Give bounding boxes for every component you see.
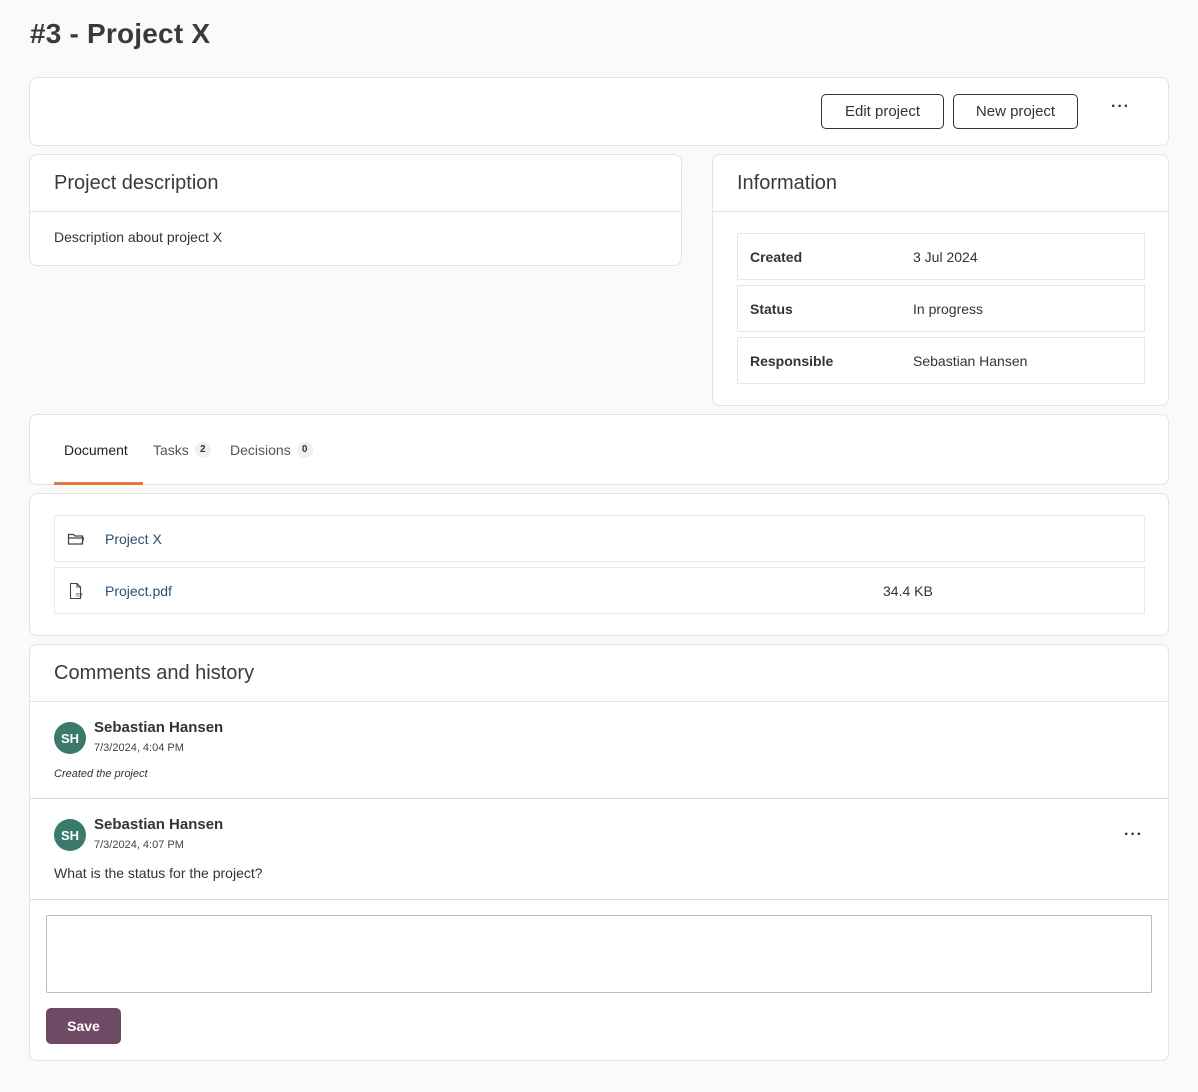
tab-decisions[interactable]: Decisions 0 xyxy=(230,415,313,484)
edit-project-button[interactable]: Edit project xyxy=(821,94,944,129)
information-table: Created 3 Jul 2024 Status In progress Re… xyxy=(737,233,1145,389)
decisions-count-badge: 0 xyxy=(296,441,313,458)
comment-text: What is the status for the project? xyxy=(54,865,263,881)
comment-author: Sebastian Hansen xyxy=(94,816,224,833)
file-link[interactable]: Project.pdf xyxy=(105,583,172,599)
comment-item: SH Sebastian Hansen 7/3/2024, 4:04 PM Cr… xyxy=(30,702,1168,799)
new-project-button[interactable]: New project xyxy=(953,94,1078,129)
info-row-created: Created 3 Jul 2024 xyxy=(737,233,1145,280)
document-list: Project X PDF Project.pdf 34.4 KB xyxy=(29,493,1169,636)
information-title: Information xyxy=(713,155,1168,212)
pdf-file-icon: PDF xyxy=(67,582,85,600)
comments-title: Comments and history xyxy=(30,645,1168,702)
folder-icon xyxy=(67,530,85,548)
tab-label: Decisions xyxy=(230,441,291,458)
comment-timestamp: 7/3/2024, 4:04 PM xyxy=(94,742,184,754)
information-card: Information Created 3 Jul 2024 Status In… xyxy=(712,154,1169,406)
tab-tasks[interactable]: Tasks 2 xyxy=(153,415,211,484)
tab-label: Document xyxy=(64,441,128,458)
comment-input[interactable] xyxy=(46,915,1152,993)
info-label: Created xyxy=(750,248,803,265)
info-label: Status xyxy=(750,300,793,317)
avatar: SH xyxy=(54,819,86,851)
avatar: SH xyxy=(54,722,86,754)
tab-label: Tasks xyxy=(153,441,189,458)
tab-bar: Document Tasks 2 Decisions 0 xyxy=(29,414,1169,485)
comment-item: SH Sebastian Hansen 7/3/2024, 4:07 PM Wh… xyxy=(30,799,1168,900)
comments-card: Comments and history SH Sebastian Hansen… xyxy=(29,644,1169,1061)
more-options-icon[interactable]: ··· xyxy=(1111,99,1130,115)
file-size: 34.4 KB xyxy=(883,582,933,599)
tab-document[interactable]: Document xyxy=(64,415,128,484)
project-description-text: Description about project X xyxy=(54,229,223,245)
info-value: 3 Jul 2024 xyxy=(913,248,978,265)
tasks-count-badge: 2 xyxy=(194,441,211,458)
history-note: Created the project xyxy=(54,768,148,780)
project-description-card: Project description Description about pr… xyxy=(29,154,682,266)
svg-text:PDF: PDF xyxy=(76,593,84,598)
active-tab-indicator xyxy=(54,482,143,485)
file-link[interactable]: Project X xyxy=(105,531,162,547)
comment-author: Sebastian Hansen xyxy=(94,719,224,736)
info-row-status: Status In progress xyxy=(737,285,1145,332)
project-description-title: Project description xyxy=(30,155,681,212)
comment-more-options-icon[interactable]: ··· xyxy=(1124,827,1143,843)
page-title: #3 - Project X xyxy=(30,18,211,49)
info-value: In progress xyxy=(913,300,984,317)
toolbar: Edit project New project ··· xyxy=(29,77,1169,146)
save-button[interactable]: Save xyxy=(46,1008,121,1044)
info-row-responsible: Responsible Sebastian Hansen xyxy=(737,337,1145,384)
list-item[interactable]: PDF Project.pdf 34.4 KB xyxy=(54,567,1145,614)
info-label: Responsible xyxy=(750,352,834,369)
list-item[interactable]: Project X xyxy=(54,515,1145,562)
info-value: Sebastian Hansen xyxy=(913,352,1028,369)
comment-timestamp: 7/3/2024, 4:07 PM xyxy=(94,839,184,851)
